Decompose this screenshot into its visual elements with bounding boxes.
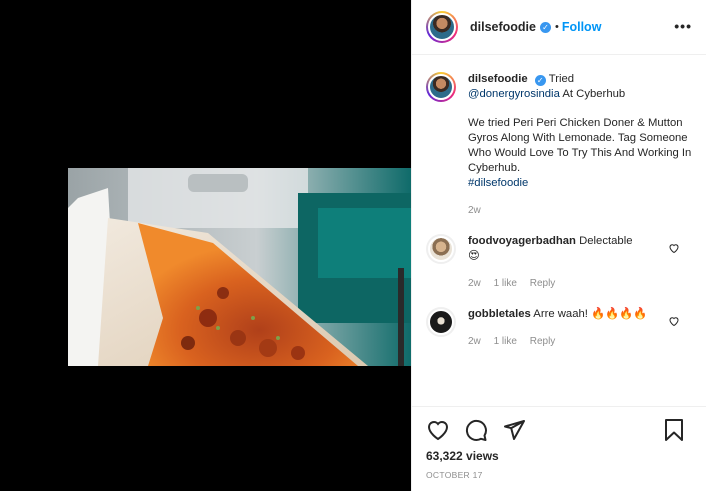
heart-icon[interactable]	[426, 418, 450, 442]
verified-badge-icon: ✓	[539, 21, 551, 33]
follow-button[interactable]: Follow	[562, 20, 602, 34]
caption-username[interactable]: dilsefoodie	[468, 73, 528, 85]
comment-likes[interactable]: 1 like	[494, 336, 517, 347]
comment-username[interactable]: foodvoyagerbadhan	[468, 235, 576, 247]
comment-item: gobbletales Arre waah! 🔥🔥🔥🔥 2w 1 like Re…	[426, 307, 692, 349]
mention-link[interactable]: @donergyrosindia	[468, 88, 560, 100]
caption-lead: Tried	[548, 73, 575, 85]
header-username[interactable]: dilsefoodie	[470, 20, 536, 34]
view-count[interactable]: 63,322 views	[426, 449, 692, 463]
verified-badge-icon: ✓	[534, 75, 546, 86]
heart-icon[interactable]	[668, 315, 680, 327]
avatar[interactable]	[426, 234, 456, 264]
caption-body: We tried Peri Peri Chicken Doner & Mutto…	[468, 117, 692, 174]
food-photo-image	[68, 168, 411, 366]
action-bar	[426, 415, 692, 445]
comments-list[interactable]: dilsefoodie ✓ Tried @donergyrosindia At …	[412, 56, 706, 406]
post-header: dilsefoodie ✓ • Follow •••	[412, 0, 706, 55]
separator-dot: •	[554, 21, 559, 33]
hashtag-link[interactable]: #dilsefoodie	[468, 176, 692, 191]
post-date: OCTOBER 17	[426, 470, 483, 480]
caption: dilsefoodie ✓ Tried @donergyrosindia At …	[426, 72, 692, 218]
reply-button[interactable]: Reply	[530, 336, 556, 347]
comment-likes[interactable]: 1 like	[494, 278, 517, 289]
comment-text: Delectable	[579, 235, 633, 247]
comment-emoji: 😍	[468, 250, 480, 262]
more-options-icon[interactable]: •••	[674, 18, 692, 34]
post-actions: 63,322 views OCTOBER 17	[412, 406, 706, 491]
comment-username[interactable]: gobbletales	[468, 308, 531, 320]
heart-icon[interactable]	[668, 242, 680, 254]
share-icon[interactable]	[502, 418, 526, 442]
avatar[interactable]	[426, 307, 456, 337]
comment-item: foodvoyagerbadhan Delectable 😍 2w 1 like…	[426, 234, 692, 291]
post-photo[interactable]	[68, 168, 411, 366]
post-media	[0, 0, 411, 491]
comment-icon[interactable]	[464, 418, 488, 442]
avatar[interactable]	[426, 11, 458, 43]
bookmark-icon[interactable]	[662, 418, 686, 442]
comment-age: 2w	[468, 278, 481, 289]
caption-lead-tail: At Cyberhub	[562, 88, 626, 100]
reply-button[interactable]: Reply	[530, 278, 556, 289]
comment-emoji: 🔥🔥🔥🔥	[591, 308, 648, 320]
comment-age: 2w	[468, 336, 481, 347]
instagram-post-modal: dilsefoodie ✓ • Follow ••• dilsefoodie ✓…	[0, 0, 706, 491]
caption-age: 2w	[468, 205, 481, 216]
avatar[interactable]	[426, 72, 456, 102]
comment-text: Arre waah!	[533, 308, 588, 320]
post-sidebar: dilsefoodie ✓ • Follow ••• dilsefoodie ✓…	[411, 0, 706, 491]
